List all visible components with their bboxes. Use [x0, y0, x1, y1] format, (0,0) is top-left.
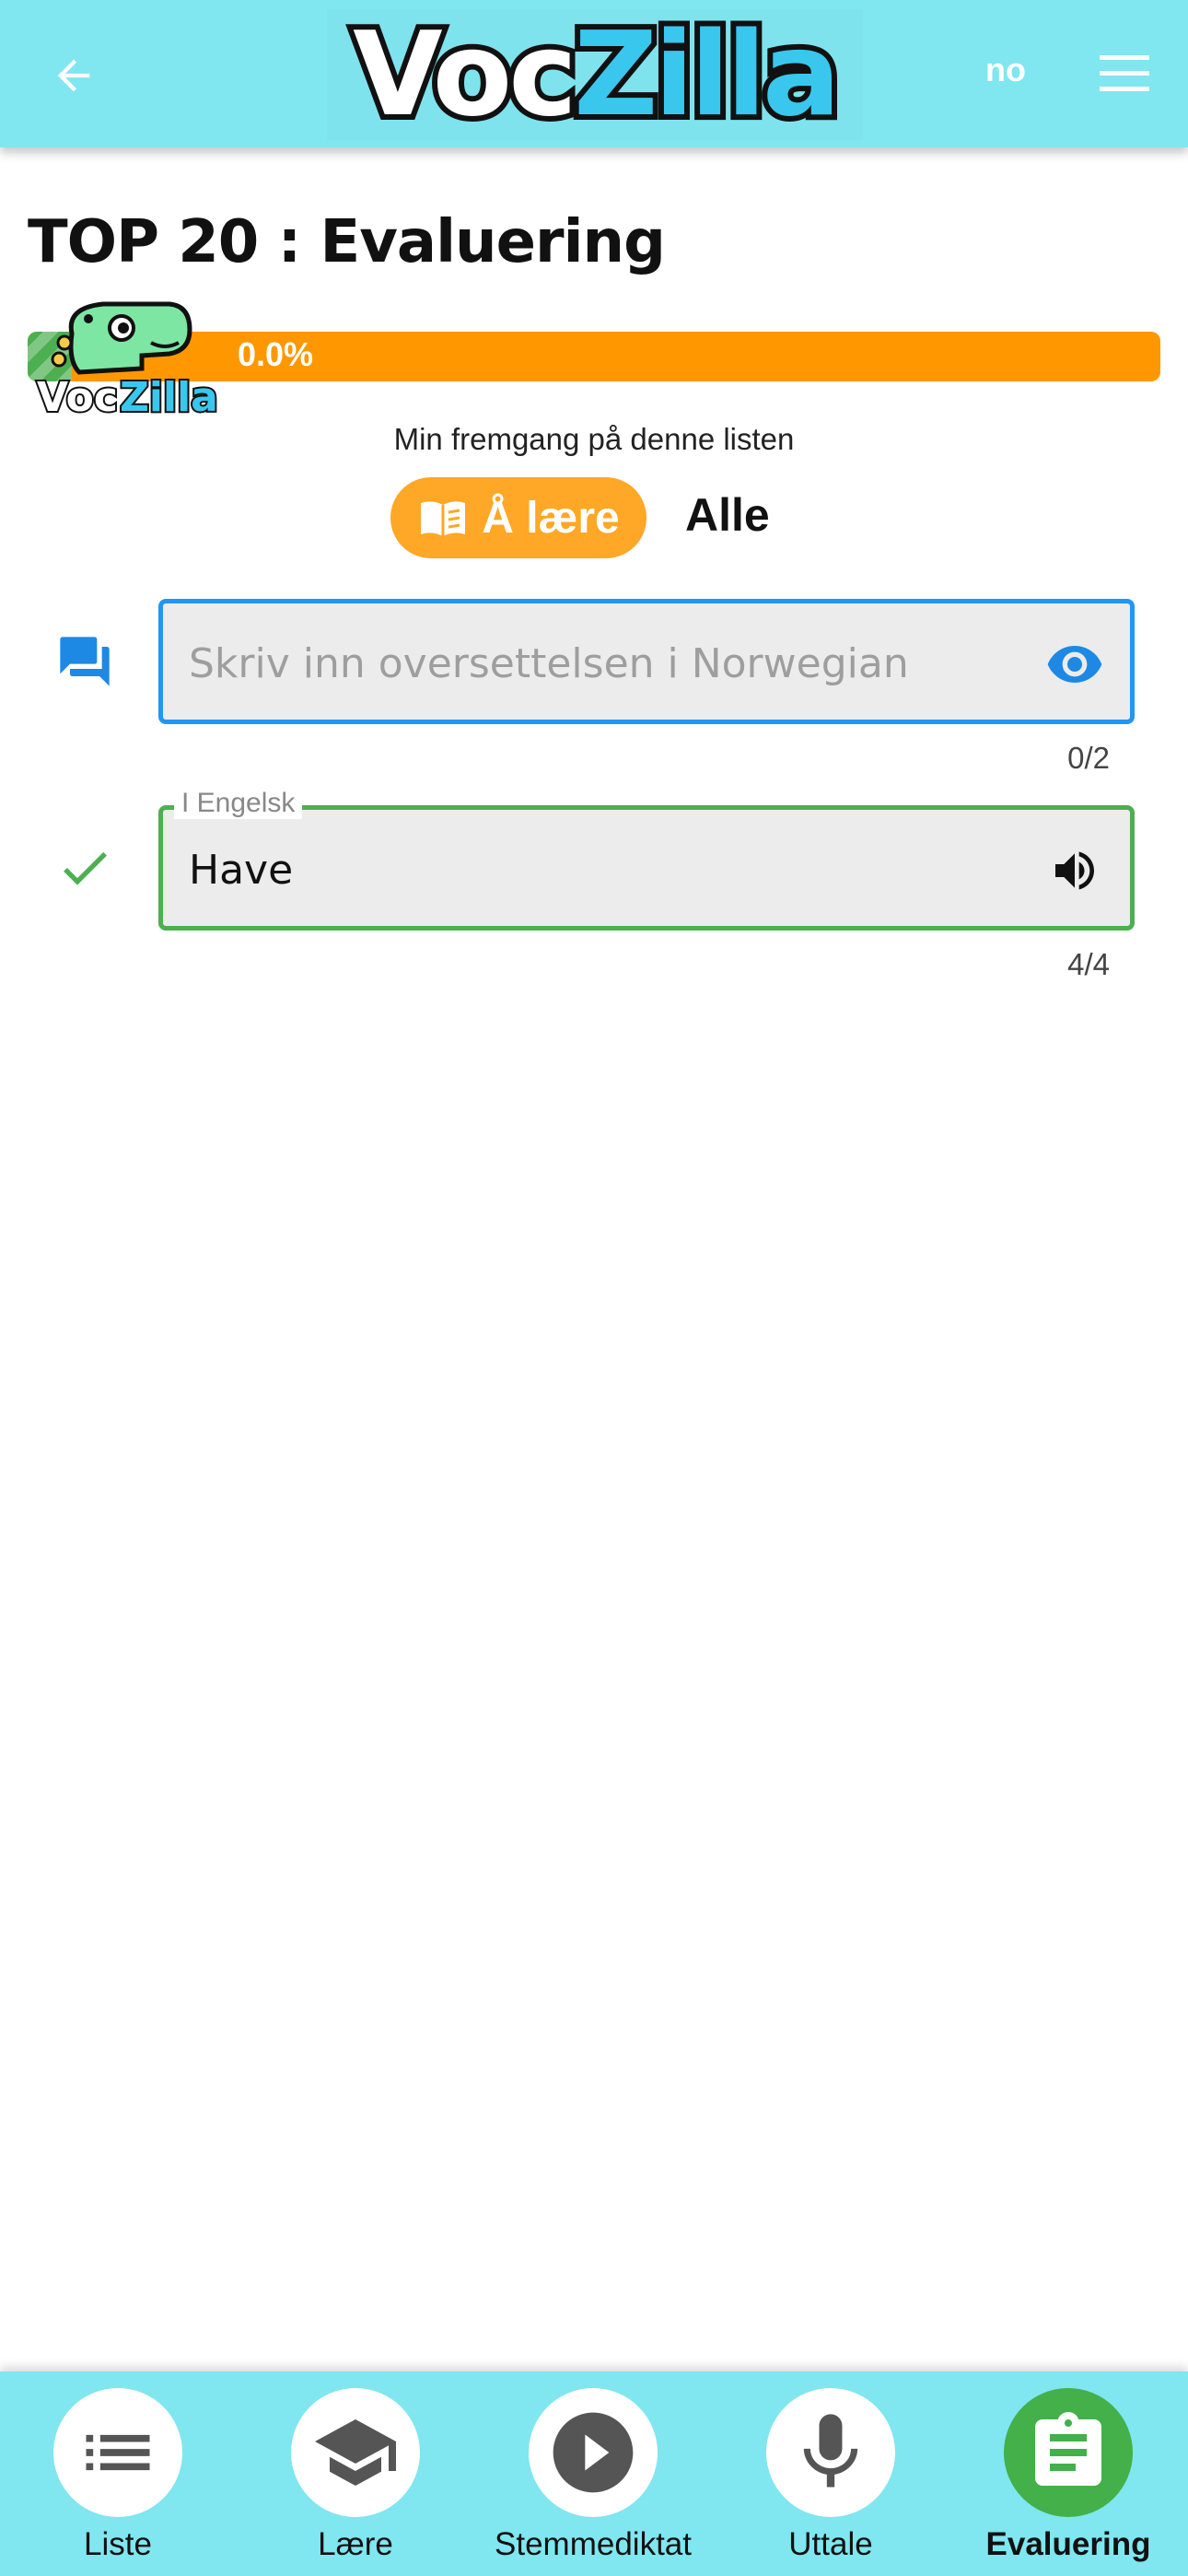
graduation-cap-icon — [315, 2419, 396, 2486]
nav-item-liste[interactable]: Liste — [7, 2388, 228, 2572]
speaker-icon — [1055, 851, 1094, 890]
nav-label-evaluering: Evaluering — [985, 2526, 1151, 2562]
play-icon — [553, 2412, 634, 2493]
nav-item-laere[interactable]: Lære — [245, 2388, 466, 2572]
arrow-left-icon — [57, 59, 90, 92]
book-open-icon — [421, 501, 466, 536]
nav-label-uttale: Uttale — [788, 2526, 873, 2562]
nav-uttale-circle — [766, 2388, 895, 2517]
nav-stemmediktat-circle — [529, 2388, 658, 2517]
voczilla-logo: VocZilla — [327, 9, 863, 140]
menu-button[interactable] — [1092, 46, 1157, 101]
page-title: TOP 20 : Evaluering — [28, 208, 666, 276]
english-answer-field[interactable]: I Engelsk Have — [158, 788, 1135, 931]
hamburger-menu-icon — [1100, 55, 1149, 91]
answer-char-counter: 4/4 — [1067, 947, 1110, 981]
voczilla-mascot-icon: Voc Zilla — [31, 297, 236, 423]
nav-label-liste: Liste — [84, 2526, 152, 2562]
nav-item-stemmediktat[interactable]: Stemmediktat — [483, 2388, 704, 2572]
nav-laere-circle — [291, 2388, 420, 2517]
eye-icon — [1047, 646, 1102, 683]
play-audio-button[interactable] — [1045, 841, 1104, 900]
translation-input[interactable]: Skriv inn oversettelsen i Norwegian — [158, 599, 1135, 724]
nav-label-stemmediktat: Stemmediktat — [495, 2526, 692, 2562]
nav-evaluering-circle — [1004, 2388, 1133, 2517]
mascot-text-zilla: Zilla — [120, 374, 218, 418]
reveal-answer-button[interactable] — [1045, 635, 1104, 694]
nav-liste-circle — [53, 2388, 182, 2517]
list-icon — [86, 2434, 150, 2471]
filter-all-button[interactable]: Alle — [685, 488, 770, 542]
translation-input-placeholder: Skriv inn oversettelsen i Norwegian — [189, 640, 909, 687]
english-answer-legend: I Engelsk — [174, 788, 303, 819]
translation-char-counter: 0/2 — [1067, 741, 1110, 775]
english-answer-value: Have — [189, 847, 294, 894]
logo-text-voc: Voc — [347, 6, 583, 142]
clipboard-icon — [1035, 2412, 1101, 2486]
progress-percent: 0.0% — [238, 335, 314, 373]
filter-to-learn-label: Å lære — [482, 493, 620, 543]
microphone-icon — [803, 2414, 858, 2488]
app-header: VocZilla no — [0, 0, 1188, 147]
bottom-navigation: Liste Lære Stemmediktat Uttale Evaluerin… — [0, 2371, 1188, 2576]
check-icon — [53, 837, 116, 899]
mascot-text-voc: Voc — [37, 374, 118, 418]
filter-to-learn-button[interactable]: Å lære — [390, 477, 646, 558]
progress-caption: Min fremgang på denne listen — [393, 422, 795, 456]
nav-item-evaluering[interactable]: Evaluering — [958, 2388, 1179, 2572]
chat-icon — [53, 630, 116, 693]
logo-text-zilla: Zilla — [568, 6, 846, 142]
nav-item-uttale[interactable]: Uttale — [720, 2388, 941, 2572]
back-button[interactable] — [39, 41, 109, 111]
nav-label-laere: Lære — [318, 2526, 393, 2562]
language-selector[interactable]: no — [985, 51, 1026, 89]
